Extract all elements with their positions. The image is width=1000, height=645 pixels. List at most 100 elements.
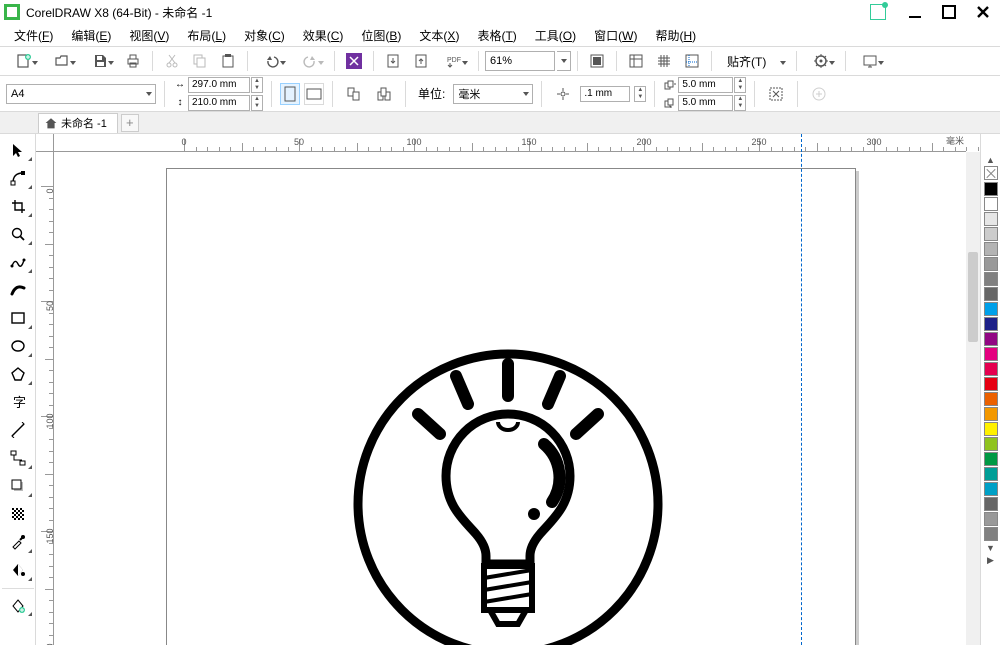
menu-2[interactable]: 视图(V) xyxy=(121,25,177,46)
pick-tool[interactable] xyxy=(2,137,34,163)
menu-10[interactable]: 窗口(W) xyxy=(586,25,645,46)
minimize-button[interactable] xyxy=(902,3,928,21)
no-color-swatch[interactable] xyxy=(984,166,998,180)
color-swatch[interactable] xyxy=(984,197,998,211)
zoom-tool[interactable] xyxy=(2,221,34,247)
color-swatch[interactable] xyxy=(984,332,998,346)
color-swatch[interactable] xyxy=(984,527,998,541)
menu-5[interactable]: 效果(C) xyxy=(295,25,352,46)
cut-button[interactable] xyxy=(159,49,185,73)
color-swatch[interactable] xyxy=(984,497,998,511)
options-button[interactable] xyxy=(803,49,839,73)
page-height-input[interactable]: 210.0 mm xyxy=(188,95,250,111)
paste-button[interactable] xyxy=(215,49,241,73)
color-swatch[interactable] xyxy=(984,227,998,241)
save-button[interactable] xyxy=(82,49,118,73)
nudge-spinner[interactable]: ▲▼ xyxy=(634,86,646,102)
menu-4[interactable]: 对象(C) xyxy=(236,25,293,46)
color-swatch[interactable] xyxy=(984,377,998,391)
menu-6[interactable]: 位图(B) xyxy=(353,25,409,46)
copy-button[interactable] xyxy=(187,49,213,73)
height-spinner[interactable]: ▲▼ xyxy=(251,95,263,111)
drop-shadow-tool[interactable] xyxy=(2,473,34,499)
eyedropper-tool[interactable] xyxy=(2,529,34,555)
maximize-button[interactable] xyxy=(936,3,962,21)
polygon-tool[interactable] xyxy=(2,361,34,387)
connector-tool[interactable] xyxy=(2,445,34,471)
ellipse-tool[interactable] xyxy=(2,333,34,359)
canvas-area[interactable]: 050100150200250300毫米 050100150200 xyxy=(36,134,980,645)
shape-tool[interactable] xyxy=(2,165,34,191)
crop-tool[interactable] xyxy=(2,193,34,219)
landscape-button[interactable] xyxy=(304,83,324,105)
color-swatch[interactable] xyxy=(984,182,998,196)
width-spinner[interactable]: ▲▼ xyxy=(251,77,263,93)
color-swatch[interactable] xyxy=(984,317,998,331)
import-button[interactable] xyxy=(380,49,406,73)
units-combo[interactable]: 毫米 xyxy=(453,84,533,104)
color-swatch[interactable] xyxy=(984,437,998,451)
open-button[interactable] xyxy=(44,49,80,73)
search-content-button[interactable] xyxy=(341,49,367,73)
smart-fill-tool[interactable] xyxy=(2,588,34,618)
color-swatch[interactable] xyxy=(984,272,998,286)
portrait-button[interactable] xyxy=(280,83,300,105)
dup-x-input[interactable]: 5.0 mm xyxy=(678,77,733,93)
color-swatch[interactable] xyxy=(984,512,998,526)
palette-flyout[interactable]: ▶ xyxy=(984,554,998,566)
fullscreen-preview-button[interactable] xyxy=(584,49,610,73)
color-swatch[interactable] xyxy=(984,257,998,271)
interactive-fill-tool[interactable] xyxy=(2,557,34,583)
show-grid-button[interactable] xyxy=(651,49,677,73)
show-rulers-button[interactable] xyxy=(623,49,649,73)
menu-7[interactable]: 文本(X) xyxy=(411,25,467,46)
color-swatch[interactable] xyxy=(984,422,998,436)
artistic-media-tool[interactable] xyxy=(2,277,34,303)
show-guidelines-button[interactable] xyxy=(679,49,705,73)
all-pages-button[interactable] xyxy=(371,82,397,106)
freehand-tool[interactable] xyxy=(2,249,34,275)
color-swatch[interactable] xyxy=(984,212,998,226)
transparency-tool[interactable] xyxy=(2,501,34,527)
snap-to-button[interactable]: 贴齐(T) xyxy=(718,49,790,73)
color-swatch[interactable] xyxy=(984,407,998,421)
menu-9[interactable]: 工具(O) xyxy=(527,25,584,46)
add-document-button[interactable]: + xyxy=(121,114,139,132)
add-preset-button[interactable] xyxy=(806,82,832,106)
color-swatch[interactable] xyxy=(984,467,998,481)
undo-button[interactable] xyxy=(254,49,290,73)
color-swatch[interactable] xyxy=(984,482,998,496)
menu-3[interactable]: 布局(L) xyxy=(179,25,234,46)
new-button[interactable] xyxy=(6,49,42,73)
publish-pdf-button[interactable]: PDF xyxy=(436,49,472,73)
dup-y-spinner[interactable]: ▲▼ xyxy=(734,95,746,111)
dup-x-spinner[interactable]: ▲▼ xyxy=(734,77,746,93)
color-swatch[interactable] xyxy=(984,347,998,361)
ruler-origin[interactable] xyxy=(36,134,54,152)
zoom-dropdown[interactable] xyxy=(557,51,571,71)
print-button[interactable] xyxy=(120,49,146,73)
palette-scroll-up[interactable]: ▲ xyxy=(984,154,998,166)
vertical-ruler[interactable]: 050100150200 xyxy=(36,152,54,645)
redo-button[interactable] xyxy=(292,49,328,73)
dup-y-input[interactable]: 5.0 mm xyxy=(678,95,733,111)
color-swatch[interactable] xyxy=(984,242,998,256)
color-swatch[interactable] xyxy=(984,287,998,301)
menu-1[interactable]: 编辑(E) xyxy=(63,25,119,46)
zoom-level-input[interactable]: 61% xyxy=(485,51,555,71)
export-button[interactable] xyxy=(408,49,434,73)
color-swatch[interactable] xyxy=(984,392,998,406)
menu-11[interactable]: 帮助(H) xyxy=(647,25,704,46)
current-page-button[interactable] xyxy=(341,82,367,106)
page-width-input[interactable]: 297.0 mm xyxy=(188,77,250,93)
nudge-input[interactable]: .1 mm xyxy=(580,86,630,102)
rectangle-tool[interactable] xyxy=(2,305,34,331)
page-size-combo[interactable]: A4 xyxy=(6,84,156,104)
color-swatch[interactable] xyxy=(984,452,998,466)
quick-launch-icon[interactable] xyxy=(870,4,886,20)
color-swatch[interactable] xyxy=(984,362,998,376)
palette-scroll-down[interactable]: ▼ xyxy=(984,542,998,554)
horizontal-ruler[interactable]: 050100150200250300毫米 xyxy=(54,134,966,152)
treat-as-filled-button[interactable] xyxy=(763,82,789,106)
vertical-scrollbar[interactable] xyxy=(966,152,980,645)
